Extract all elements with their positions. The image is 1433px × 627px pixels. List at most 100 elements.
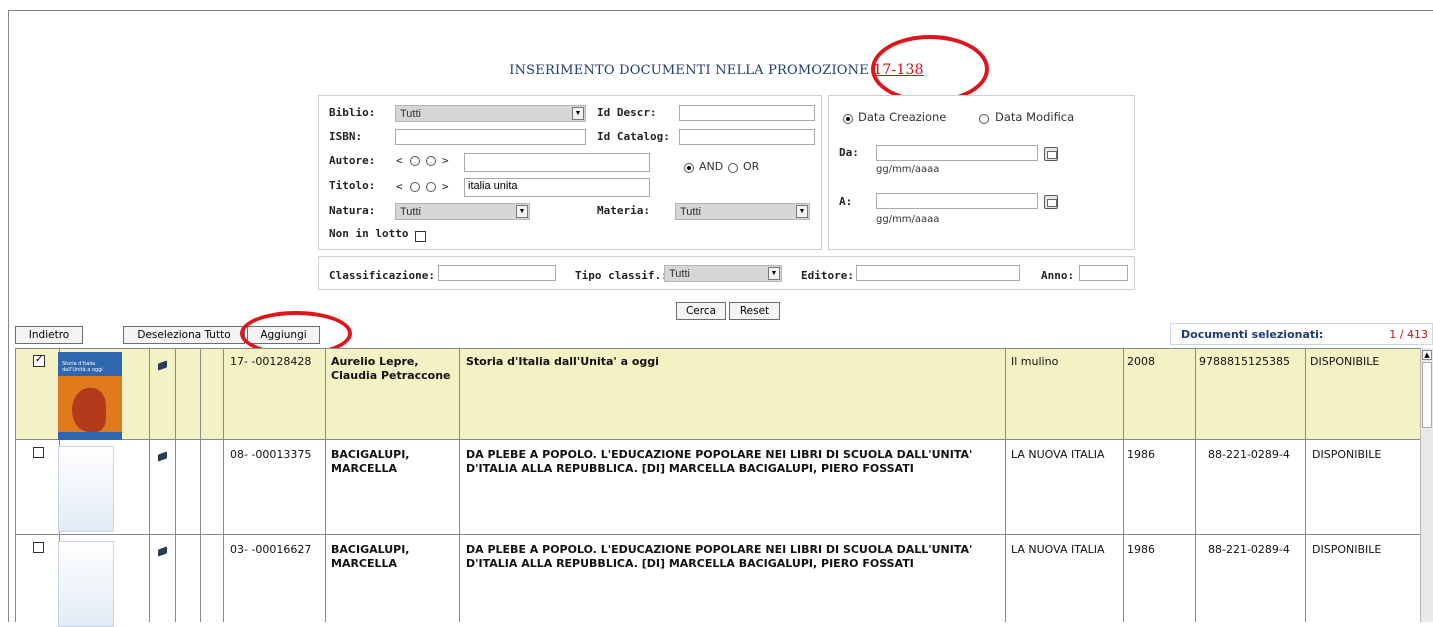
col-divider [1123,440,1124,534]
anno-input[interactable] [1079,265,1128,281]
a-format-hint: gg/mm/aaaa [876,214,940,225]
row-checkbox[interactable] [33,447,44,458]
da-format-hint: gg/mm/aaaa [876,164,940,175]
biblio-select-value: Tutti [400,108,421,120]
col-divider [15,349,16,439]
indietro-button[interactable]: Indietro [15,326,83,344]
autore-lt: < [396,154,403,167]
data-modifica-label: Data Modifica [995,110,1075,124]
autore-radio-right[interactable] [426,156,436,166]
non-in-lotto-label: Non in lotto [329,227,409,240]
natura-select-value: Tutti [400,206,421,218]
checkmark-icon: ✓ [35,354,44,365]
biblio-select[interactable]: Tutti ▼ [395,105,586,122]
doc-title[interactable]: Storia d'Italia dall'Unita' a oggi [466,355,996,369]
natura-select[interactable]: Tutti ▼ [395,203,530,220]
da-label: Da: [839,146,859,159]
col-divider [175,349,176,439]
selected-documents-box: Documenti selezionati: 1 / 413 [1170,323,1433,345]
dropdown-arrow-icon: ▼ [516,205,528,218]
col-divider [325,440,326,534]
titolo-input[interactable]: italia unita [464,178,650,197]
deseleziona-tutto-button[interactable]: Deseleziona Tutto [123,326,245,344]
col-divider [15,535,16,622]
col-divider [1005,535,1006,622]
col-divider [459,535,460,622]
titolo-input-value: italia unita [468,180,518,192]
col-divider [1123,535,1124,622]
tipo-classif-select[interactable]: Tutti ▼ [664,265,782,282]
id-descr-input[interactable] [679,105,815,121]
scroll-up-icon[interactable]: ▲ [1422,350,1432,360]
autore-input[interactable] [464,153,650,172]
doc-id: 03- -00016627 [230,543,312,556]
page-title: INSERIMENTO DOCUMENTI NELLA PROMOZIONE 1… [0,62,1433,78]
autore-radio-left[interactable] [410,156,420,166]
doc-status: DISPONIBILE [1312,448,1382,461]
col-divider [459,440,460,534]
classificazione-input[interactable] [438,265,556,281]
doc-year: 1986 [1127,543,1155,556]
col-divider [1305,440,1306,534]
anno-label: Anno: [1041,269,1075,282]
col-divider [175,440,176,534]
da-date-input[interactable] [876,145,1038,161]
doc-title[interactable]: DA PLEBE A POPOLO. L'EDUCAZIONE POPOLARE… [466,448,986,476]
row-checkbox[interactable] [33,542,44,553]
dropdown-arrow-icon: ▼ [768,267,780,280]
or-label: OR [743,160,760,173]
annotation-circle-code [871,35,989,103]
data-modifica-radio[interactable] [979,114,989,124]
doc-publisher: Il mulino [1011,355,1059,368]
cover-placeholder [58,446,114,532]
doc-isbn: 88-221-0289-4 [1208,543,1290,556]
dropdown-arrow-icon: ▼ [796,205,808,218]
row-checkbox[interactable]: ✓ [33,354,45,367]
non-in-lotto-checkbox[interactable] [415,231,426,242]
scrollbar-thumb[interactable] [1422,362,1432,428]
titolo-radio-right[interactable] [426,182,436,192]
col-divider [325,535,326,622]
doc-author: BACIGALUPI, MARCELLA [331,448,410,475]
or-radio[interactable] [728,163,738,173]
reset-button[interactable]: Reset [729,302,780,320]
isbn-input[interactable] [395,129,586,145]
col-divider [200,349,201,439]
col-divider [1195,440,1196,534]
col-divider [149,440,150,534]
and-radio[interactable] [684,163,694,173]
id-catalog-input[interactable] [679,129,815,145]
date-panel: Data Creazione Data Modifica Da: gg/mm/a… [828,95,1135,250]
data-creazione-radio[interactable] [843,114,853,124]
autore-label: Autore: [329,154,376,167]
materia-select[interactable]: Tutti ▼ [675,203,810,220]
book-cover-image: Storia d'Italia dall'Unità a oggi [58,352,122,440]
col-divider [175,535,176,622]
doc-year: 1986 [1127,448,1155,461]
col-divider [1195,535,1196,622]
a-label: A: [839,195,853,208]
cerca-button[interactable]: Cerca [676,302,726,320]
col-divider [459,349,460,439]
id-catalog-label: Id Catalog: [597,130,670,143]
calendar-icon[interactable] [1044,147,1058,161]
col-divider [1305,535,1306,622]
col-divider [1195,349,1196,439]
a-date-input[interactable] [876,193,1038,209]
col-divider [1005,349,1006,439]
col-divider [200,440,201,534]
tipo-classif-label: Tipo classif.: [575,269,668,282]
doc-title[interactable]: DA PLEBE A POPOLO. L'EDUCAZIONE POPOLARE… [466,543,986,571]
calendar-icon[interactable] [1044,195,1058,209]
col-divider [1005,440,1006,534]
col-divider [223,440,224,534]
results-scrollbar[interactable]: ▲ [1420,348,1433,622]
window-top-border [8,10,1433,11]
cover-placeholder [58,541,114,627]
col-divider [149,535,150,622]
editore-input[interactable] [856,265,1020,281]
and-label: AND [699,160,724,173]
titolo-radio-left[interactable] [410,182,420,192]
classificazione-label: Classificazione: [329,269,435,282]
col-divider [325,349,326,439]
